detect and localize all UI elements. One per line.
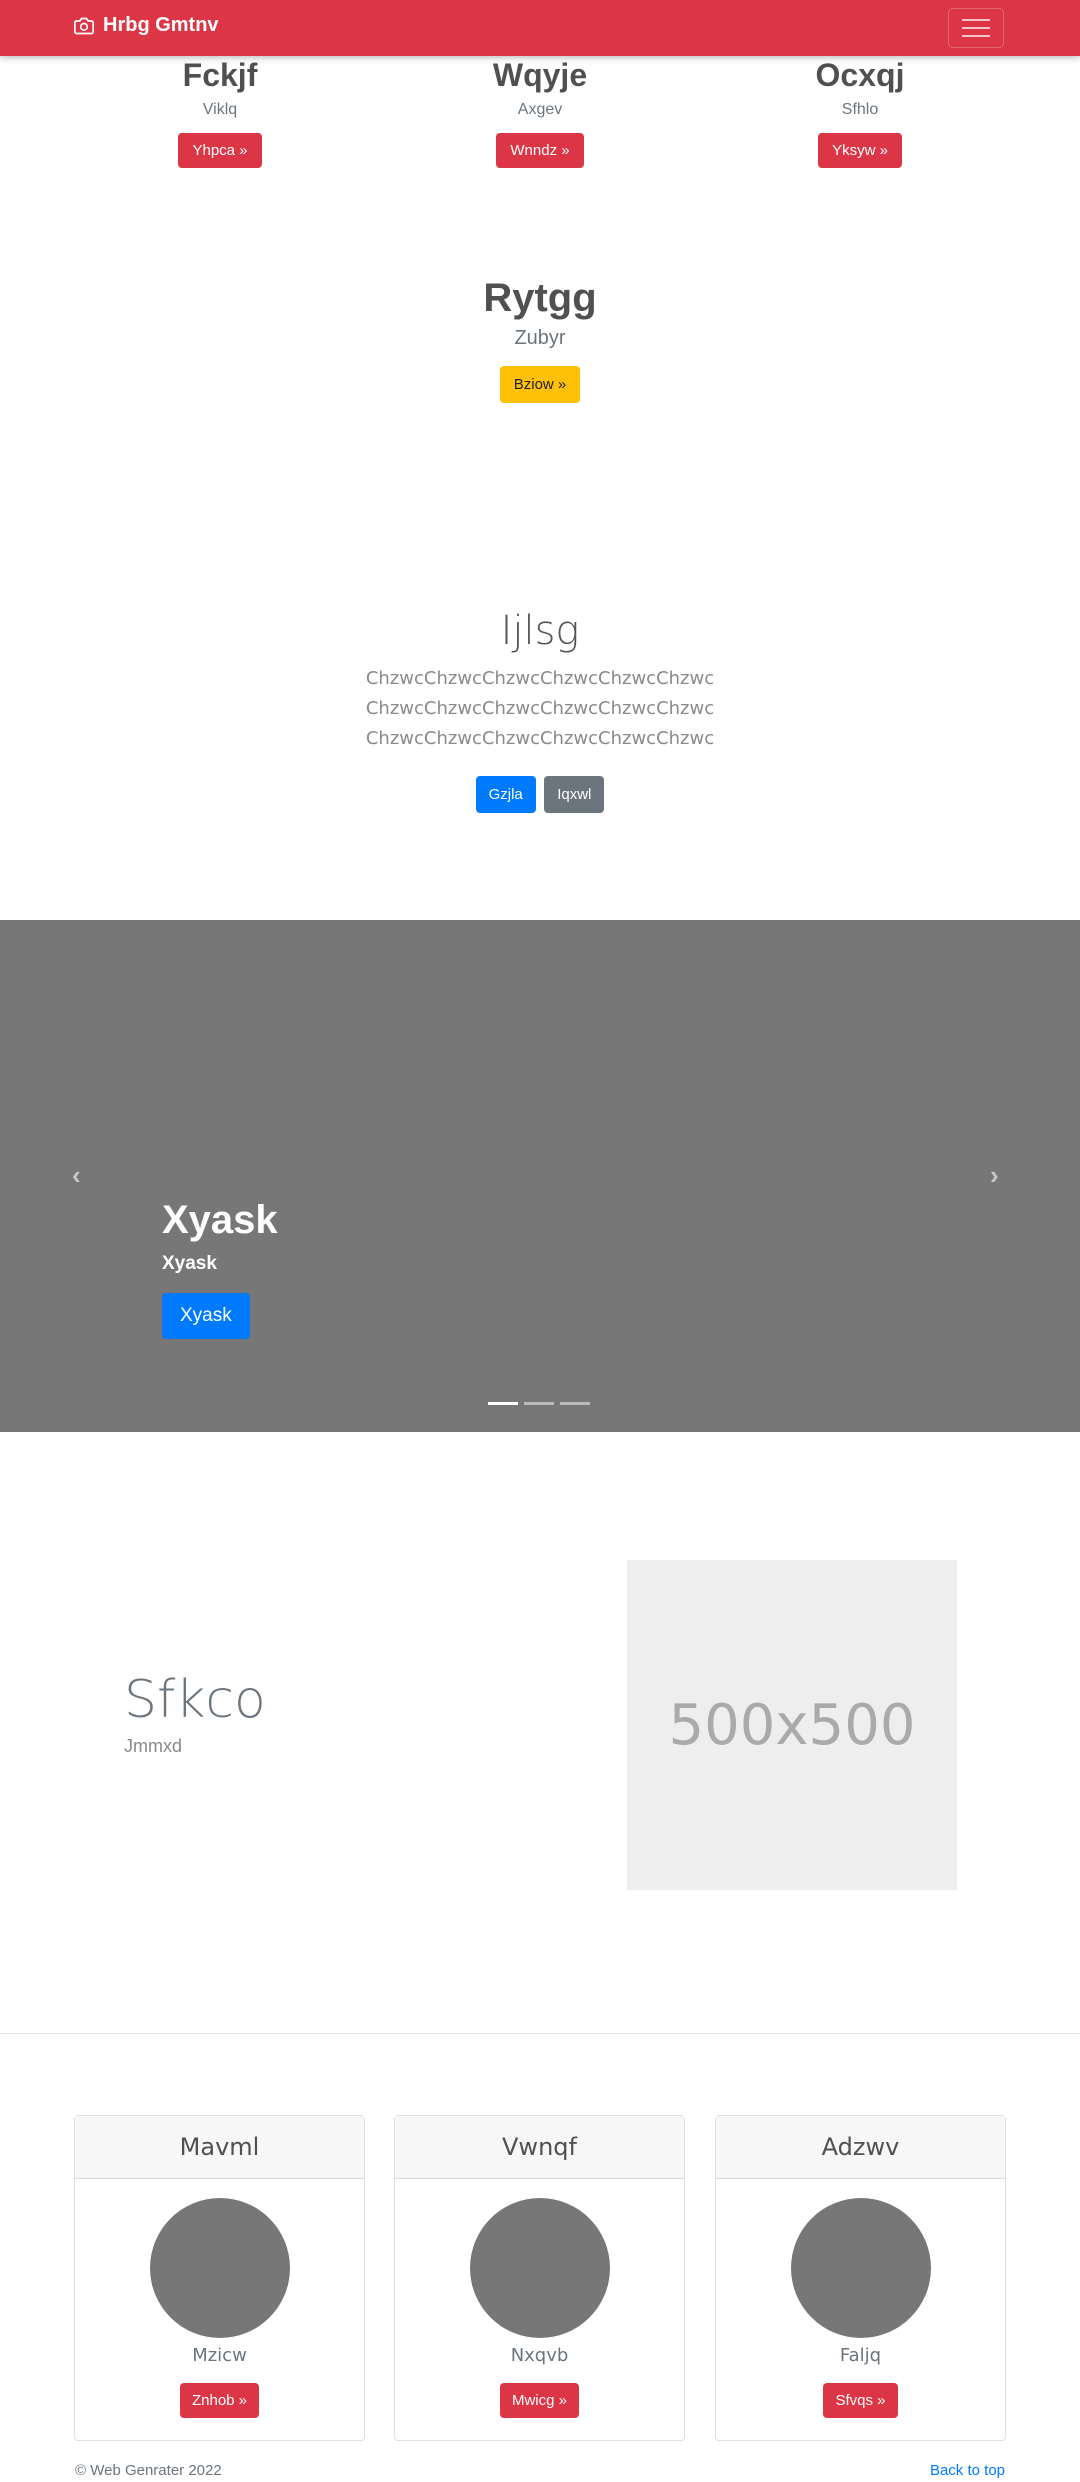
secondary-button[interactable]: Iqxwl (544, 776, 605, 813)
column-subtitle: Axgev (517, 101, 563, 119)
feature-subtitle: Zubyr (514, 327, 566, 349)
column-title: Wqyje (492, 57, 588, 93)
avatar (149, 2198, 290, 2338)
jumbotron-lead: ChzwcChzwcChzwcChzwcChzwcChzwc ChzwcChzw… (0, 664, 1080, 754)
card-3: Adzwv Faljq Sfvqs » (715, 2115, 1006, 2441)
card-name: Nxqvb (510, 2345, 569, 2366)
menu-toggle-button[interactable] (948, 8, 1004, 48)
avatar (469, 2198, 610, 2338)
card-header: Adzwv (716, 2116, 1005, 2179)
chevron-left-icon[interactable]: ‹ (72, 1160, 92, 1190)
column-3: Ocxqj Sfhlo Yksyw » (710, 57, 1010, 169)
divider (0, 2033, 1080, 2034)
hamburger-icon-bar (962, 35, 990, 37)
jumbotron-buttons: Gzjla Iqxwl (0, 776, 1080, 813)
featurette-heading: Sfkco (124, 1670, 266, 1730)
placeholder-image: 500x500 (627, 1560, 957, 1890)
featurette-subtitle: Jmmxd (124, 1736, 182, 1756)
card-1: Mavml Mzicw Znhob » (74, 2115, 365, 2441)
card-button[interactable]: Sfvqs » (823, 2383, 898, 2418)
carousel-indicator[interactable] (524, 1402, 554, 1405)
featurette-text: Sfkco Jmmxd (124, 1670, 266, 1757)
card-2: Vwnqf Nxqvb Mwicg » (394, 2115, 685, 2441)
navbar: Hrbg Gmtnv (0, 0, 1080, 56)
column-button[interactable]: Wnndz » (496, 133, 584, 169)
hamburger-icon-bar (962, 19, 990, 21)
lead-line: ChzwcChzwcChzwcChzwcChzwcChzwc (365, 698, 715, 719)
jumbotron-title: Ijlsg (500, 608, 580, 654)
lead-line: ChzwcChzwcChzwcChzwcChzwcChzwc (365, 668, 715, 689)
carousel-indicator[interactable] (560, 1402, 590, 1405)
caption-title: Xyask (162, 1198, 278, 1242)
column-title: Fckjf (182, 57, 258, 93)
card-button[interactable]: Znhob » (179, 2383, 260, 2418)
card-header: Vwnqf (395, 2116, 684, 2179)
brand-link[interactable]: Hrbg Gmtnv (74, 14, 219, 37)
lead-line: ChzwcChzwcChzwcChzwcChzwcChzwc (365, 728, 715, 749)
camera-icon (74, 17, 94, 34)
column-title: Ocxqj (815, 57, 905, 93)
carousel-caption: Xyask Xyask Xyask (162, 1198, 278, 1339)
avatar (790, 2198, 931, 2338)
carousel-indicator[interactable] (488, 1402, 518, 1405)
card-header: Mavml (75, 2116, 364, 2179)
column-1: Fckjf Viklq Yhpca » (70, 57, 370, 169)
caption-text: Xyask (162, 1253, 217, 1274)
feature-block: Rytgg Zubyr Bziow » (0, 276, 1080, 403)
carousel: ‹ › Xyask Xyask Xyask (0, 920, 1080, 1432)
hamburger-icon-bar (962, 27, 990, 29)
footer-copyright: © Web Genrater 2022 (75, 2462, 222, 2479)
carousel-indicators (488, 1402, 590, 1405)
column-subtitle: Viklq (202, 101, 238, 119)
back-to-top-link[interactable]: Back to top (930, 2462, 1005, 2479)
card-name: Mzicw (192, 2345, 247, 2366)
card-button[interactable]: Mwicg » (499, 2383, 579, 2418)
column-button[interactable]: Yksyw » (818, 133, 902, 169)
column-button[interactable]: Yhpca » (178, 133, 262, 169)
jumbotron: Ijlsg ChzwcChzwcChzwcChzwcChzwcChzwc Chz… (0, 608, 1080, 813)
brand-name: Hrbg Gmtnv (103, 14, 219, 36)
column-subtitle: Sfhlo (841, 101, 879, 119)
primary-button[interactable]: Gzjla (475, 776, 536, 813)
caption-button[interactable]: Xyask (162, 1293, 250, 1339)
feature-button[interactable]: Bziow » (499, 366, 581, 403)
card-name: Faljq (839, 2345, 882, 2366)
feature-title: Rytgg (483, 276, 597, 320)
column-2: Wqyje Axgev Wnndz » (390, 57, 690, 169)
chevron-right-icon[interactable]: › (990, 1160, 1010, 1190)
